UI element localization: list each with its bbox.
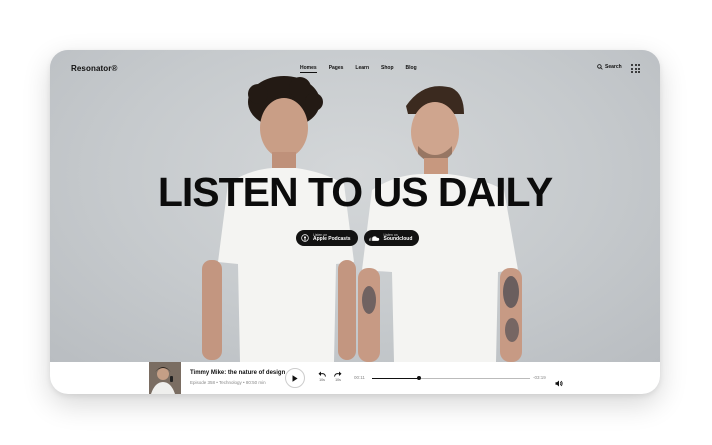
nav-item-blog[interactable]: Blog [406,65,417,73]
forward-label: 10s [335,378,341,382]
progress-fill [372,377,420,379]
rewind-label: 10s [319,378,325,382]
search-icon [597,64,603,70]
current-time: 00:11 [354,375,365,380]
nav-item-homes[interactable]: Homes [300,65,317,73]
end-time: -03:19 [533,375,546,380]
nav-item-learn[interactable]: Learn [355,65,369,73]
forward-icon [334,371,342,377]
apple-podcasts-button[interactable]: Listen on Apple Podcasts [296,230,358,246]
episode-title: Timmy Mike: the nature of design [190,370,286,376]
app-window: Resonator® Homes Pages Learn Shop Blog S… [50,50,660,394]
progress-slider[interactable] [372,376,530,380]
episode-cover-image [149,362,181,394]
volume-icon [555,380,563,387]
hero-photo-person-right [358,86,522,362]
search-button[interactable]: Search [597,64,622,70]
episode-meta: Episode 358 • Technology • 80:50 min [190,380,266,385]
rewind-10s-button[interactable]: 10s [318,371,326,382]
progress-knob[interactable] [417,376,422,380]
forward-10s-button[interactable]: 10s [334,371,342,382]
soundcloud-badge-label: Soundcloud [383,236,413,243]
soundcloud-button[interactable]: Listen on Soundcloud [363,230,420,246]
rewind-icon [318,371,326,377]
search-label: Search [605,64,622,70]
hero-section: Resonator® Homes Pages Learn Shop Blog S… [50,50,660,362]
hero-photo-person-left [202,76,356,362]
volume-button[interactable] [555,374,563,392]
brand-logo[interactable]: Resonator® [71,64,117,73]
apple-badge-label: Apple Podcasts [313,236,351,243]
grid-menu-icon[interactable] [631,64,640,73]
soundcloud-icon [368,235,379,241]
play-icon [292,374,298,382]
play-button[interactable] [285,368,305,388]
nav-item-shop[interactable]: Shop [381,65,394,73]
listen-badges: Listen on Apple Podcasts Listen on Sound… [296,230,420,246]
main-nav: Homes Pages Learn Shop Blog [300,65,417,73]
apple-badge-small: Listen on [313,232,328,237]
soundcloud-badge-small: Listen on [383,232,398,237]
podcast-icon [301,234,309,242]
nav-item-pages[interactable]: Pages [329,65,344,73]
audio-player-bar: Timmy Mike: the nature of design Episode… [50,362,660,394]
hero-headline: LISTEN TO US DAILY [157,169,553,215]
